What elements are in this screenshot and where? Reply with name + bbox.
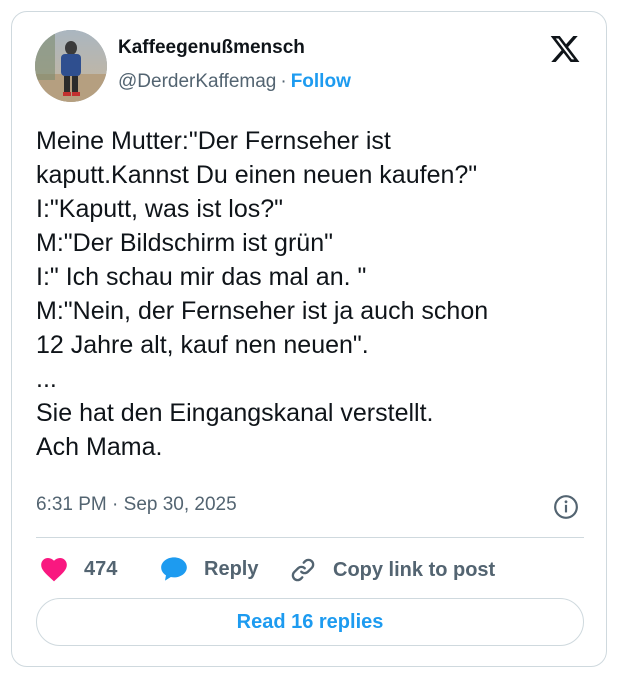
reply-bubble-icon [161, 557, 187, 581]
tweet-line: Sie hat den Eingangskanal verstellt. [36, 399, 434, 427]
separator: · [280, 71, 287, 92]
author-handle-row: @DerderKaffemag · Follow [118, 71, 351, 93]
tweet-line: Ach Mama. [36, 433, 163, 461]
reply-button[interactable]: Reply [160, 556, 258, 582]
copy-link-label: Copy link to post [333, 558, 496, 581]
timestamp[interactable]: 6:31 PM · Sep 30, 2025 [36, 494, 237, 516]
reply-label: Reply [204, 557, 259, 580]
tweet-line: I:" Ich schau mir das mal an. " [36, 263, 367, 291]
link-icon [291, 558, 315, 582]
read-replies-button[interactable]: Read 16 replies [36, 598, 584, 646]
like-button[interactable]: 474 [40, 556, 117, 582]
x-logo-icon[interactable] [548, 33, 582, 65]
tweet-text: Meine Mutter:"Der Fernseher ist kaputt.K… [36, 124, 596, 464]
tweet-line: I:"Kaputt, was ist los?" [36, 195, 284, 223]
tweet-line: M:"Der Bildschirm ist grün" [36, 229, 333, 257]
author-handle[interactable]: @DerderKaffemag [118, 71, 276, 92]
tweet-line: ... [36, 365, 57, 393]
info-icon[interactable] [553, 494, 579, 520]
heart-icon [41, 558, 67, 582]
copy-link-button[interactable]: Copy link to post [289, 556, 495, 584]
tweet-line: kaputt.Kannst Du einen neuen kaufen?" [36, 161, 478, 189]
profile-photo [35, 30, 107, 102]
tweet-line: Meine Mutter:"Der Fernseher ist [36, 127, 391, 155]
avatar[interactable] [35, 30, 107, 102]
like-count: 474 [84, 557, 118, 580]
author-display-name[interactable]: Kaffeegenußmensch [118, 37, 305, 59]
divider [36, 537, 584, 538]
tweet-line: 12 Jahre alt, kauf nen neuen". [36, 331, 369, 359]
follow-button[interactable]: Follow [291, 71, 351, 92]
tweet-line: M:"Nein, der Fernseher ist ja auch schon [36, 297, 489, 325]
